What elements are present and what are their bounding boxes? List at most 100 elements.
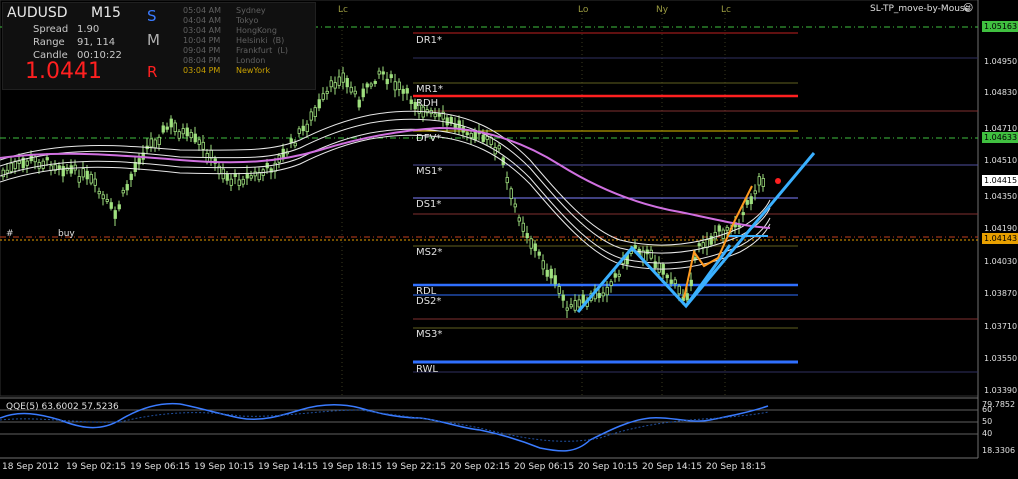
trend-channel-line <box>684 152 816 307</box>
session-name: Helsinki (B) <box>236 36 285 45</box>
candle-body <box>545 269 549 277</box>
candle-body <box>553 275 557 285</box>
candle-body <box>5 169 9 174</box>
session-time: 03:04 AM <box>183 26 221 35</box>
price-axis-label: 1.04830 <box>984 88 1018 97</box>
candlesticks <box>1 66 765 319</box>
candle-body <box>225 173 229 181</box>
pivot-label-ds1: DS1* <box>416 199 442 210</box>
candle-body <box>717 225 721 232</box>
candle-body <box>293 142 297 147</box>
session-name: Frankfurt (L) <box>236 46 289 55</box>
pivot-label-mr1: MR1* <box>416 84 443 95</box>
candle-body <box>401 88 405 94</box>
candle-body <box>485 136 489 140</box>
candle-body <box>25 160 29 166</box>
candle-body <box>337 76 341 86</box>
candle-body <box>129 173 133 180</box>
session-name: London <box>236 56 266 65</box>
candle-body <box>249 175 253 179</box>
pivot-label-rwl: RWL <box>416 364 439 375</box>
candle-body <box>329 80 333 88</box>
pivot-label-dr1: DR1* <box>416 35 443 46</box>
candle-body <box>353 90 357 95</box>
candle-body <box>725 226 729 231</box>
chart-window[interactable]: AUDUSD M15 Spread 1.90 Range 91, 114 Can… <box>0 0 1018 479</box>
candle-body <box>317 99 321 109</box>
candle-body <box>69 165 73 174</box>
candle-body <box>373 81 377 84</box>
session-marker-lo: Lo <box>578 5 589 15</box>
candle-body <box>41 160 45 169</box>
candle-body <box>77 176 81 183</box>
candle-body <box>445 117 449 126</box>
price-axis-label: 1.04950 <box>984 57 1018 66</box>
time-axis-label: 20 Sep 06:15 <box>514 462 575 472</box>
order-marker-dot <box>775 178 781 184</box>
candle-body <box>229 178 233 186</box>
candle-body <box>153 139 157 149</box>
candle-body <box>253 171 257 177</box>
chart-marker-hash: # <box>6 229 14 239</box>
candle-body <box>189 132 193 139</box>
candle-body <box>325 90 329 94</box>
candle-body <box>13 160 17 169</box>
candle-body <box>465 132 469 136</box>
candle-body <box>481 134 485 142</box>
candle-body <box>89 173 93 184</box>
candle-body <box>237 179 241 186</box>
time-axis-label: 20 Sep 14:15 <box>642 462 703 472</box>
smiley-icon: ☺ <box>963 3 974 14</box>
candle-body <box>469 133 473 138</box>
candle-body <box>741 212 745 216</box>
candle-body <box>757 176 761 186</box>
candle-body <box>101 194 105 200</box>
price-axis-label: 1.04510 <box>984 156 1018 165</box>
session-name: Sydney <box>236 6 266 15</box>
price-axis-label: 1.04030 <box>984 257 1018 266</box>
candle-body <box>193 133 197 143</box>
candle-body <box>381 71 385 75</box>
candle-body <box>633 245 637 249</box>
candle-body <box>669 279 673 284</box>
candle-body <box>565 307 569 311</box>
buy-order-marker[interactable]: buy <box>58 229 75 239</box>
session-name: HongKong <box>236 26 277 35</box>
time-axis-label: 19 Sep 18:15 <box>322 462 383 472</box>
candle-body <box>437 113 441 117</box>
pivot-label-ms1: MS1* <box>416 166 443 177</box>
candle-body <box>509 188 513 199</box>
time-axis-label: 19 Sep 06:15 <box>130 462 191 472</box>
candle-body <box>105 199 109 202</box>
candle-body <box>185 127 189 137</box>
spread-label: Spread <box>33 24 69 35</box>
candle-body <box>513 203 517 208</box>
pivot-label-ds2: DS2* <box>416 296 442 307</box>
candle-body <box>685 293 689 301</box>
candle-body <box>61 166 65 177</box>
price-box-label: 1.05163 <box>982 21 1018 32</box>
candle-body <box>753 190 757 195</box>
candle-body <box>257 171 261 181</box>
candle-body <box>125 184 129 191</box>
candle-body <box>45 157 49 161</box>
price-box-label: 1.04633 <box>982 132 1018 143</box>
range-label: Range <box>33 37 65 48</box>
candle-body <box>517 217 521 222</box>
candle-body <box>665 274 669 279</box>
candle-body <box>533 243 537 251</box>
candle-body <box>57 165 61 170</box>
price-axis-label: 1.04350 <box>984 192 1018 201</box>
ma-band-lower-1 <box>0 128 771 264</box>
qqe-axis-min: 18.3306 <box>982 446 1016 455</box>
time-axis-label: 19 Sep 14:15 <box>258 462 319 472</box>
candle-body <box>201 141 205 150</box>
candle-body <box>377 70 381 75</box>
candle-body <box>569 304 573 308</box>
candle-body <box>93 178 97 186</box>
candle-body <box>357 99 361 108</box>
candle-body <box>405 88 409 94</box>
candle-body <box>181 128 185 135</box>
candle-body <box>645 249 649 255</box>
candle-body <box>117 204 121 210</box>
